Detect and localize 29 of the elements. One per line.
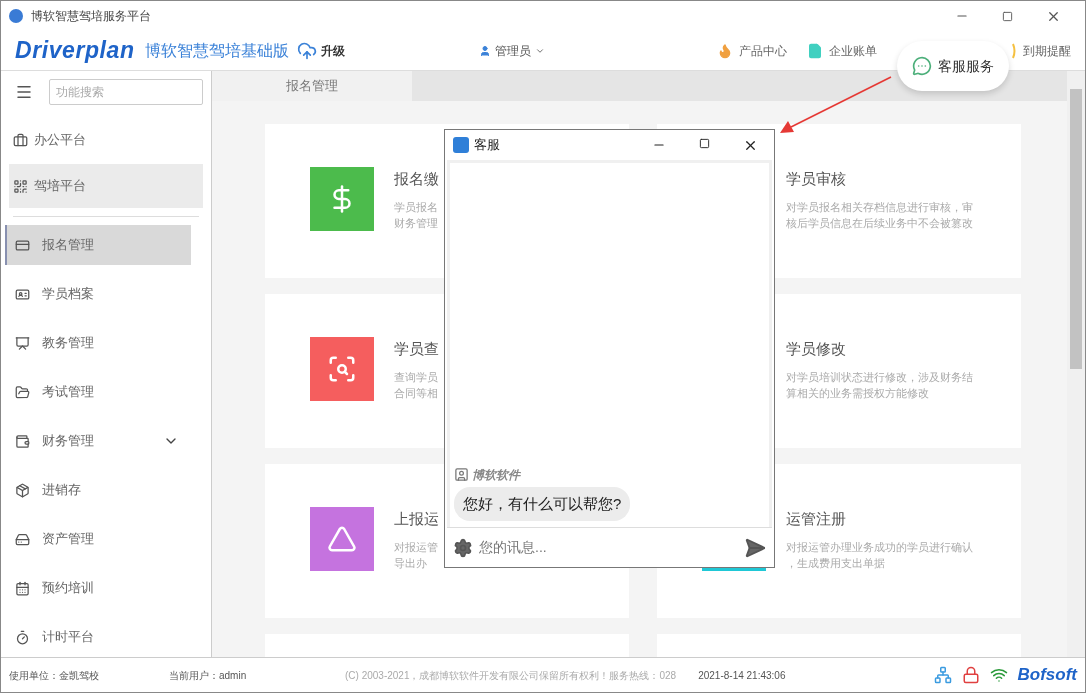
brand-logo: Bofsoft: [1017, 664, 1077, 687]
user-label: 当前用户：admin: [169, 668, 248, 683]
card-description: 对学员报名相关存档信息进行审核，审: [786, 199, 973, 215]
logo: Driverplan: [15, 36, 135, 66]
card-description: 学员报名: [394, 199, 439, 215]
chat-window-title: 客服: [474, 136, 500, 155]
card-description: 核后学员信息在后续业务中不会被篡改: [786, 215, 973, 231]
card-title: 报名缴: [394, 169, 439, 189]
card-description: 对学员培训状态进行修改，涉及财务结: [786, 369, 973, 385]
card-description: 合同等相: [394, 385, 439, 401]
card-description: 对报运管: [394, 539, 439, 555]
copyright-text: (C) 2003-2021，成都博软软件开发有限公司保留所有权利！服务热线：028: [345, 668, 677, 683]
message-bubble: 您好，有什么可以帮您?: [454, 486, 631, 521]
card-title: 学员修改: [786, 339, 847, 359]
sender-name: 博软软件: [472, 466, 520, 484]
card-description: 导出办: [394, 555, 428, 571]
window-title: 博软智慧驾培服务平台: [31, 8, 151, 25]
card-description: 算相关的业务需授权方能修改: [786, 385, 930, 401]
datetime-label: 2021-8-14 21:43:06: [698, 668, 786, 683]
card-title: 学员审核: [786, 169, 847, 189]
card-title: 学员查: [394, 339, 439, 359]
card-description: 财务管理: [394, 215, 439, 231]
card-title: 运管注册: [786, 509, 847, 529]
unit-label: 使用单位：金凯驾校: [9, 668, 100, 683]
card-title: 上报运: [394, 509, 439, 529]
card-description: 查询学员: [394, 369, 439, 385]
card-description: ，生成费用支出单据: [786, 555, 886, 571]
card-description: 对报运管办理业务成功的学员进行确认: [786, 539, 973, 555]
edition-label: 博软智慧驾培基础版: [144, 40, 289, 61]
